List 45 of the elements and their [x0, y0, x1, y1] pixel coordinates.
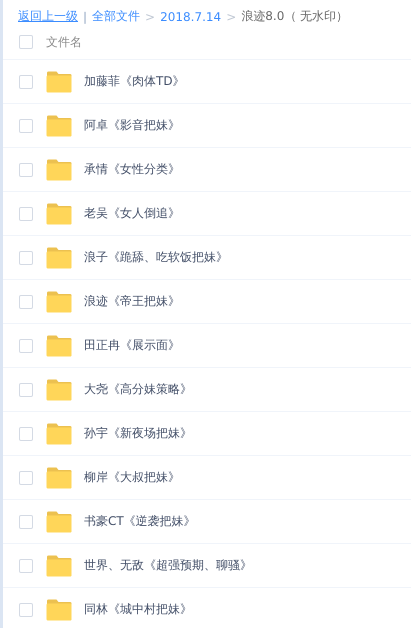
- folder-icon: [46, 510, 72, 532]
- folder-name[interactable]: 书豪CT《逆袭把妹》: [84, 513, 196, 530]
- separator: |: [83, 10, 88, 24]
- row-checkbox[interactable]: [19, 558, 33, 572]
- row-checkbox[interactable]: [19, 250, 33, 264]
- folder-icon: [46, 466, 72, 488]
- select-all-checkbox[interactable]: [19, 35, 33, 49]
- folder-icon: [46, 70, 72, 92]
- folder-name[interactable]: 阿卓《影音把妹》: [84, 117, 180, 134]
- folder-icon: [46, 158, 72, 180]
- folder-icon: [46, 422, 72, 444]
- folder-name[interactable]: 浪迹《帝王把妹》: [84, 293, 180, 310]
- folder-icon: [46, 114, 72, 136]
- row-checkbox[interactable]: [19, 470, 33, 484]
- row-checkbox[interactable]: [19, 514, 33, 528]
- folder-icon: [46, 202, 72, 224]
- row-checkbox[interactable]: [19, 426, 33, 440]
- row-checkbox[interactable]: [19, 382, 33, 396]
- folder-name[interactable]: 世界、无敌《超强预期、聊骚》: [84, 557, 252, 574]
- folder-name[interactable]: 同林《城中村把妹》: [84, 601, 192, 618]
- row-checkbox[interactable]: [19, 206, 33, 220]
- row-checkbox[interactable]: [19, 74, 33, 88]
- breadcrumb-arrow: >: [226, 10, 236, 24]
- current-folder: 浪迹8.0（ 无水印）: [241, 8, 348, 25]
- folder-icon: [46, 598, 72, 620]
- folder-name[interactable]: 田正冉《展示面》: [84, 337, 180, 354]
- folder-icon: [46, 334, 72, 356]
- folder-name[interactable]: 柳岸《大叔把妹》: [84, 469, 180, 486]
- row-checkbox[interactable]: [19, 162, 33, 176]
- folder-name[interactable]: 浪子《跪舔、吃软饭把妹》: [84, 249, 228, 266]
- folder-name[interactable]: 孙宇《新夜场把妹》: [84, 425, 192, 442]
- breadcrumb-arrow: >: [145, 10, 156, 24]
- folder-icon: [46, 554, 72, 576]
- row-checkbox[interactable]: [19, 118, 33, 132]
- row-checkbox[interactable]: [19, 294, 33, 308]
- folder-name[interactable]: 大尧《高分妹策略》: [84, 381, 192, 398]
- column-header: 文件名: [46, 34, 82, 50]
- folder-name[interactable]: 承情《女性分类》: [84, 161, 180, 178]
- folder-icon: [46, 246, 72, 268]
- row-checkbox[interactable]: [19, 602, 33, 616]
- folder-name[interactable]: 加藤菲《肉体TD》: [84, 73, 185, 90]
- row-checkbox[interactable]: [19, 338, 33, 352]
- folder-name[interactable]: 老吴《女人倒追》: [84, 205, 180, 222]
- folder-icon: [46, 378, 72, 400]
- folder-icon: [46, 290, 72, 312]
